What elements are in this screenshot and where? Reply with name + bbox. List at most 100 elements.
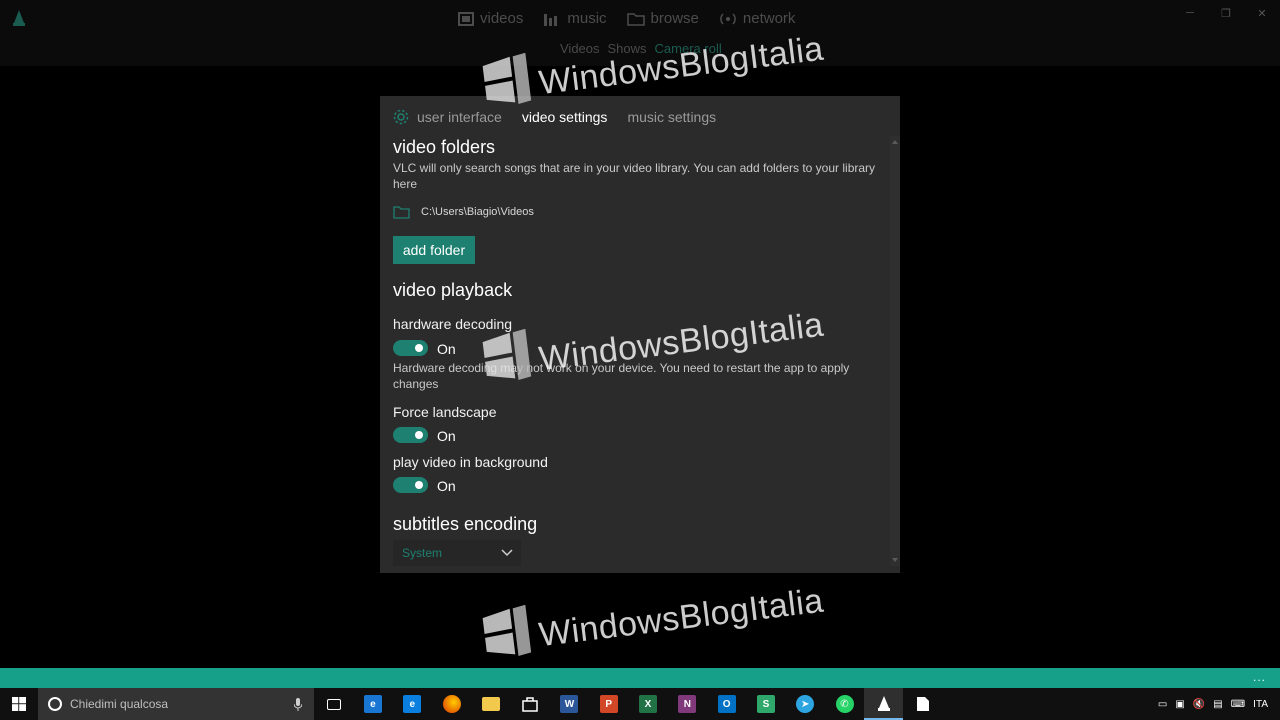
- taskbar-app[interactable]: P: [589, 688, 628, 720]
- chevron-down-icon: [501, 549, 513, 557]
- tab-music-settings[interactable]: music settings: [627, 109, 716, 125]
- taskbar-app[interactable]: e: [353, 688, 392, 720]
- play-background-state: On: [437, 478, 456, 494]
- tab-video-settings[interactable]: video settings: [522, 109, 608, 125]
- music-icon: [544, 13, 558, 26]
- folder-path: C:\Users\Biagio\Videos: [421, 206, 534, 218]
- action-center-icon[interactable]: ▤: [1213, 699, 1222, 710]
- network-icon: [720, 12, 736, 25]
- store-icon: [521, 695, 540, 713]
- restore-button[interactable]: ❐: [1208, 0, 1244, 26]
- force-landscape-label: Force landscape: [393, 404, 497, 420]
- volume-muted-icon[interactable]: 🔇: [1193, 699, 1205, 710]
- firefox-icon: [442, 695, 461, 713]
- app-bar: ...: [0, 668, 1280, 688]
- ie-icon: e: [403, 695, 422, 713]
- start-button[interactable]: [0, 688, 38, 720]
- nav-videos[interactable]: videos: [458, 10, 523, 27]
- taskbar-app[interactable]: S: [746, 688, 785, 720]
- video-folders-heading: video folders: [393, 137, 496, 157]
- language-indicator[interactable]: ITA: [1253, 699, 1268, 710]
- taskbar-app[interactable]: W: [550, 688, 589, 720]
- gear-icon: [393, 109, 409, 125]
- force-landscape-toggle[interactable]: [393, 427, 428, 443]
- folder-icon: [626, 12, 645, 26]
- taskbar-app[interactable]: [314, 688, 353, 720]
- force-landscape-toggle-row: On: [393, 427, 456, 444]
- sub-navigation: Videos Shows Camera roll: [560, 41, 722, 56]
- outlook-icon: O: [717, 695, 736, 713]
- window-controls: ─ ❐ ✕: [1172, 0, 1280, 26]
- document-icon: [914, 695, 933, 713]
- excel-icon: X: [639, 695, 658, 713]
- powerpoint-icon: P: [599, 695, 618, 713]
- scroll-down-icon[interactable]: [892, 558, 898, 562]
- taskbar-app[interactable]: ➤: [786, 688, 825, 720]
- task-view-icon: [326, 698, 341, 710]
- close-button[interactable]: ✕: [1244, 0, 1280, 26]
- more-options-button[interactable]: ...: [1253, 670, 1266, 684]
- settings-flyout: user interface video settings music sett…: [380, 96, 900, 573]
- taskbar-app[interactable]: [432, 688, 471, 720]
- top-navigation: videos music browse network: [458, 10, 795, 27]
- subnav-videos[interactable]: Videos: [560, 41, 600, 56]
- hardware-decoding-toggle-row: On: [393, 340, 456, 357]
- pinned-apps: e e W P X N O S ➤ ✆: [314, 688, 943, 720]
- taskbar-app[interactable]: [510, 688, 549, 720]
- taskbar-app[interactable]: [864, 688, 904, 720]
- whatsapp-icon: ✆: [835, 695, 854, 713]
- subtitles-encoding-value: System: [402, 546, 443, 560]
- taskbar-app[interactable]: X: [628, 688, 667, 720]
- file-explorer-icon: [481, 697, 500, 711]
- hardware-decoding-toggle[interactable]: [393, 340, 428, 356]
- tab-user-interface[interactable]: user interface: [417, 109, 502, 125]
- hardware-decoding-note: Hardware decoding may not work on your d…: [393, 361, 850, 391]
- play-background-toggle-row: On: [393, 477, 456, 494]
- settings-tabs: user interface video settings music sett…: [392, 106, 736, 128]
- force-landscape-state: On: [437, 428, 456, 444]
- scrollbar[interactable]: [890, 136, 900, 566]
- cortana-icon: [48, 697, 62, 711]
- taskbar-app[interactable]: [903, 688, 942, 720]
- video-playback-heading: video playback: [393, 280, 513, 300]
- play-background-label: play video in background: [393, 454, 548, 470]
- search-box[interactable]: Chiedimi qualcosa: [38, 688, 314, 720]
- subtitles-encoding-select[interactable]: System: [393, 540, 521, 566]
- nav-music[interactable]: music: [543, 10, 607, 27]
- subnav-shows[interactable]: Shows: [608, 41, 647, 56]
- minimize-button[interactable]: ─: [1172, 0, 1208, 26]
- subtitles-encoding-heading: subtitles encoding: [393, 514, 538, 534]
- word-icon: W: [560, 695, 579, 713]
- microphone-icon[interactable]: [294, 697, 302, 711]
- title-bar: videos music browse network Videos Shows…: [0, 0, 1280, 66]
- nav-network[interactable]: network: [719, 10, 795, 27]
- search-placeholder: Chiedimi qualcosa: [70, 697, 169, 711]
- windows-logo-icon: [12, 697, 26, 711]
- vlc-logo-icon: [13, 10, 25, 26]
- network-tray-icon[interactable]: ▣: [1175, 699, 1184, 710]
- battery-icon[interactable]: ▭: [1158, 699, 1167, 710]
- play-background-toggle[interactable]: [393, 477, 428, 493]
- telegram-icon: ➤: [796, 695, 815, 713]
- onenote-icon: N: [678, 695, 697, 713]
- system-tray: ▭ ▣ 🔇 ▤ ⌨ ITA: [1158, 688, 1280, 720]
- scroll-up-icon[interactable]: [892, 140, 898, 144]
- hardware-decoding-state: On: [437, 341, 456, 357]
- video-folders-description: VLC will only search songs that are in y…: [393, 161, 876, 191]
- folder-entry[interactable]: C:\Users\Biagio\Videos: [393, 205, 534, 219]
- hardware-decoding-label: hardware decoding: [393, 316, 513, 332]
- add-folder-button[interactable]: add folder: [393, 236, 475, 264]
- nav-browse[interactable]: browse: [626, 10, 699, 27]
- edge-icon: e: [363, 695, 382, 713]
- taskbar-app[interactable]: ✆: [825, 688, 864, 720]
- subnav-camera-roll[interactable]: Camera roll: [655, 41, 722, 56]
- taskbar: Chiedimi qualcosa e e W P X N O S ➤ ✆ ▭ ▣ 🔇 ▤ ⌨ I…: [0, 688, 1280, 720]
- vlc-icon: [874, 695, 893, 713]
- taskbar-app[interactable]: [471, 688, 510, 720]
- taskbar-app[interactable]: O: [707, 688, 746, 720]
- taskbar-app[interactable]: N: [668, 688, 707, 720]
- sway-icon: S: [756, 695, 775, 713]
- folder-icon: [393, 206, 410, 219]
- taskbar-app[interactable]: e: [393, 688, 432, 720]
- keyboard-icon[interactable]: ⌨: [1231, 699, 1245, 710]
